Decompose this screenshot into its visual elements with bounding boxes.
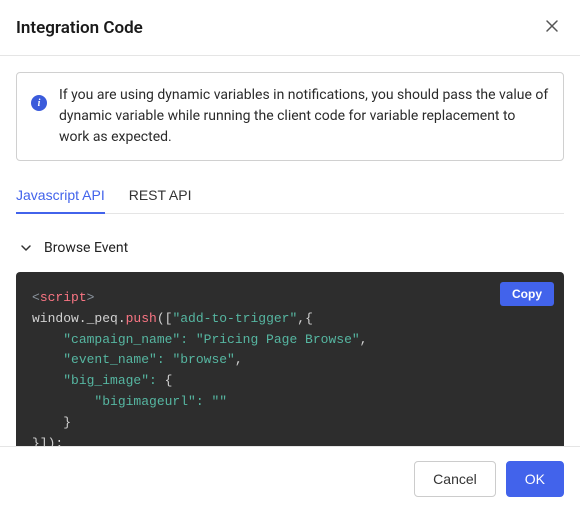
info-icon: i [31, 95, 47, 111]
info-text: If you are using dynamic variables in no… [59, 85, 549, 148]
accordion-browse-event[interactable]: Browse Event [16, 230, 564, 272]
chevron-down-icon [20, 242, 32, 254]
tab-rest-api[interactable]: REST API [129, 177, 192, 213]
close-button[interactable] [540, 14, 564, 41]
code-token: , [360, 332, 368, 347]
code-token: "" [211, 394, 227, 409]
ok-button[interactable]: OK [506, 461, 564, 497]
code-token: script [40, 290, 87, 305]
code-token: push [126, 311, 157, 326]
copy-button[interactable]: Copy [500, 282, 554, 306]
dialog-title: Integration Code [16, 18, 143, 38]
code-token [32, 394, 94, 409]
code-token: { [165, 373, 173, 388]
dialog-footer: Cancel OK [0, 446, 580, 511]
code-token: "big_image": [63, 373, 164, 388]
code-token: < [32, 290, 40, 305]
tabs: Javascript API REST API [16, 177, 564, 214]
code-token: } [32, 415, 71, 430]
code-token: "bigimageurl": [94, 394, 211, 409]
code-token: window._peq. [32, 311, 126, 326]
dialog-header: Integration Code [0, 0, 580, 56]
code-token: "add-to-trigger" [172, 311, 297, 326]
code-token [32, 332, 63, 347]
code-token: "Pricing Page Browse" [196, 332, 360, 347]
code-block: Copy <script> window._peq.push(["add-to-… [16, 272, 564, 446]
cancel-button[interactable]: Cancel [414, 461, 496, 497]
code-token: "campaign_name": [63, 332, 196, 347]
code-token: "browse" [172, 352, 234, 367]
accordion-title: Browse Event [44, 240, 128, 256]
code-token [32, 352, 63, 367]
info-alert: i If you are using dynamic variables in … [16, 72, 564, 161]
close-icon [544, 18, 560, 34]
code-token: ,{ [297, 311, 313, 326]
code-token: "event_name": [63, 352, 172, 367]
dialog-content: i If you are using dynamic variables in … [0, 56, 580, 446]
tab-javascript-api[interactable]: Javascript API [16, 177, 105, 213]
code-token [32, 373, 63, 388]
code-token: > [87, 290, 95, 305]
code-token: }]); [32, 436, 63, 446]
code-token: ([ [157, 311, 173, 326]
code-token: , [235, 352, 243, 367]
